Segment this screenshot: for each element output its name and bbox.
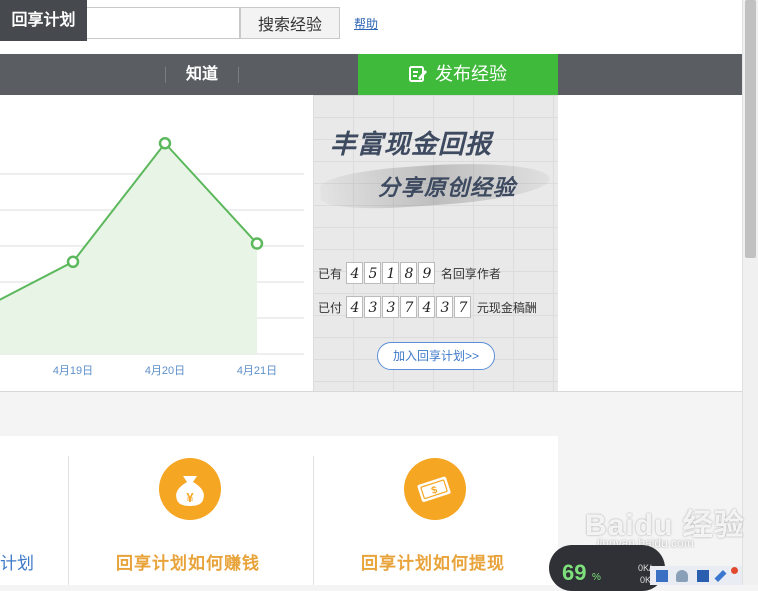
paid-digit: 3 [382,296,400,318]
card-title-earn[interactable]: 回享计划如何赚钱 [116,549,260,574]
paid-prefix: 已付 [318,301,343,315]
card-title-withdraw[interactable]: 回享计划如何提现 [361,549,505,574]
chart-point[interactable] [66,255,80,269]
card-divider [313,456,314,585]
paid-digit: 4 [418,296,436,318]
promo-slogan-line1: 丰富现金回报 [330,130,493,160]
nav-item-huixiang[interactable]: 回享计划 [0,0,87,41]
user-icon[interactable] [676,570,688,582]
authors-digit: 1 [382,262,400,284]
authors-digit: 9 [418,262,436,284]
authors-digit: 4 [346,262,364,284]
percent-sign: % [592,572,601,583]
paid-digit: 4 [346,296,364,318]
svg-text:¥: ¥ [186,490,194,505]
paid-counter: 4337437 [346,296,472,318]
earnings-area-chart: 4月19日 4月20日 4月21日 [0,136,304,377]
authors-prefix: 已有 [318,267,343,281]
promo-right-blank [558,95,742,391]
edit-icon [409,66,427,82]
notification-dot [731,567,738,574]
section-divider [0,391,742,392]
chart-x-tick-label: 4月19日 [53,365,93,377]
paid-digit: 3 [364,296,382,318]
scrollbar-thumb[interactable] [745,0,756,258]
nav-divider [238,67,239,83]
search-button[interactable]: 搜索经验 [240,7,340,39]
paid-stat: 已付 4337437 元现金稿酬 [318,296,537,318]
authors-counter: 45189 [346,262,436,284]
money-bag-icon[interactable]: ¥ [159,458,221,520]
memory-percent: 69 [562,560,587,585]
chart-x-tick-label: 4月21日 [237,365,277,377]
chart-point[interactable] [158,136,172,150]
chart-x-tick-label: 4月20日 [145,365,185,377]
nav-item-shop[interactable]: 商城 [92,0,158,41]
nav-divider [165,67,166,83]
authors-digit: 5 [364,262,382,284]
help-link[interactable]: 帮助 [354,15,378,32]
nav-item-zhidao[interactable]: 知道 [170,54,234,95]
publish-label: 发布经验 [435,64,507,84]
publish-experience-button[interactable]: 发布经验 [358,54,558,95]
cash-icon[interactable]: $ [404,458,466,520]
card-title-partial[interactable]: 计划 [0,549,34,574]
authors-stat: 已有 45189 名回享作者 [318,262,501,284]
join-huixiang-button[interactable]: 加入回享计划>> [377,342,495,370]
card-divider [68,456,69,585]
paid-digit: 7 [454,296,472,318]
paid-suffix: 元现金稿酬 [476,301,537,315]
chart-point[interactable] [250,237,264,250]
paid-digit: 3 [436,296,454,318]
shirt-icon[interactable] [697,570,709,582]
chart-area-fill [0,143,257,354]
authors-suffix: 名回享作者 [440,267,501,281]
authors-digit: 8 [400,262,418,284]
promo-slogan-line2: 分享原创经验 [378,175,517,201]
keyboard-icon[interactable] [656,570,668,582]
paid-digit: 7 [400,296,418,318]
